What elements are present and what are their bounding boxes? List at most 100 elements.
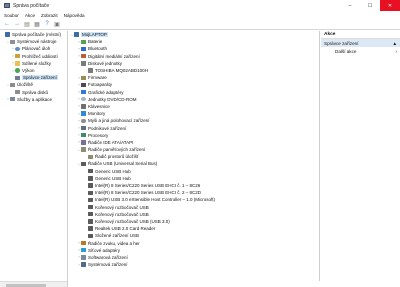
tools-icon [10, 39, 15, 44]
device-tree-item[interactable]: Kořenový rozbočovač USB [69, 211, 319, 218]
tree-item-label: Řadič prostorů úložišť [95, 154, 139, 160]
device-tree-item[interactable]: › Grafické adaptéry [69, 89, 319, 96]
device-tree-item[interactable]: Řadič prostorů úložišť [69, 153, 319, 160]
device-tree-item[interactable]: Realtek USB 2.0 Card Reader [69, 225, 319, 232]
tree-item-label: Jednotky DVD/CD-ROM [88, 96, 137, 102]
device-tree-item[interactable]: › Procesory [69, 132, 319, 139]
tree-item-label: Úložiště [17, 82, 34, 88]
tree-item-label: Digitální mediální zařízení [88, 53, 140, 59]
device-tree-item[interactable]: ⌵ MojLAPTOP [69, 31, 319, 38]
usb-controller-icon [81, 161, 86, 167]
menu-view[interactable]: Zobrazit [41, 13, 58, 18]
scrollbar-thumb[interactable] [6, 283, 46, 287]
menu-action[interactable]: Akce [25, 13, 35, 18]
device-tree-item[interactable]: Kořenový rozbočovač USB (USB 3.0) [69, 218, 319, 225]
tree-item-label: Baterie [88, 39, 103, 45]
toolbar: ← → ▤ ▦ ? ▣ [0, 19, 400, 30]
device-tree-item[interactable]: › Síťové adaptéry [69, 247, 319, 254]
device-tree-item[interactable]: › Myši a jiná polohovací zařízení [69, 117, 319, 124]
tree-item-label: Řadiče USB (Universal Serial Bus) [88, 161, 158, 167]
device-tree-item[interactable]: Generic USB Hub [69, 168, 319, 175]
collapse-arrow-icon[interactable]: ▲ [392, 41, 397, 46]
computer-icon [74, 32, 79, 37]
view-icon[interactable]: ▣ [53, 20, 61, 28]
tree-item-label: Realtek USB 2.0 Card Reader [95, 226, 156, 232]
device-tree-item[interactable]: ⌵ Řadiče USB (Universal Serial Bus) [69, 160, 319, 167]
tree-item[interactable]: › Výkon [0, 67, 67, 74]
device-tree-item[interactable]: Složené zařízení USB [69, 232, 319, 239]
properties-icon[interactable]: ▦ [33, 20, 41, 28]
tree-item-label: Řadiče IDE ATA/ATAPI [88, 139, 134, 145]
actions-section-device-manager[interactable]: Správce zařízení ▲ [321, 39, 400, 47]
maximize-button[interactable]: ☐ [360, 0, 380, 11]
monitor-icon [81, 111, 86, 116]
actions-section-label: Správce zařízení [324, 40, 359, 46]
device-tree-item[interactable]: › Firmware [69, 74, 319, 81]
tree-item-label: Grafické adaptéry [88, 89, 124, 95]
device-tree-item[interactable]: ⌵ Diskové jednotky [69, 60, 319, 67]
more-actions-item[interactable]: Další akce › [321, 47, 400, 55]
device-tree-item[interactable]: › Řadiče zvuku, videa a her [69, 239, 319, 246]
device-tree-item[interactable]: › Jednotky DVD/CD-ROM [69, 96, 319, 103]
device-tree-item[interactable]: ⌵ Řadiče paměťových zařízení [69, 146, 319, 153]
tree-item-label: Výkon [22, 68, 35, 74]
tree-item[interactable]: ⌵ Systémové nástroje [0, 38, 67, 45]
device-tree-item[interactable]: Intel(R) 8 Series/C220 Series USB EHCI č… [69, 182, 319, 189]
device-tree-item[interactable]: › Bluetooth [69, 45, 319, 52]
back-arrow-icon[interactable]: ← [3, 20, 11, 28]
menu-help[interactable]: Nápověda [64, 13, 85, 18]
storage-spaces-icon [88, 154, 93, 159]
tree-item-label: Řadiče zvuku, videa a her [88, 240, 140, 246]
device-tree-item[interactable]: Kořenový rozbočovač USB [69, 204, 319, 211]
menu-file[interactable]: Soubor [4, 13, 19, 18]
window-title: Správa počítače [13, 2, 50, 9]
storage-icon [10, 82, 15, 88]
device-tree-item[interactable]: › Klávesnice [69, 103, 319, 110]
dvd-drive-icon [81, 97, 86, 102]
display-adapter-icon [81, 89, 86, 95]
tree-item[interactable]: Správa počítače (místní) [0, 31, 67, 38]
help-icon[interactable]: ? [43, 20, 51, 28]
device-tree-item[interactable]: › Monitory [69, 110, 319, 117]
performance-icon [15, 68, 20, 73]
device-tree-item[interactable]: › Fotoaparáty [69, 81, 319, 88]
usb-device-icon [88, 183, 93, 188]
show-hide-tree-icon[interactable]: ▤ [23, 20, 31, 28]
tree-item-label: Intel(R) 8 Series/C220 Series USB EHCI č… [95, 183, 201, 189]
tree-item[interactable]: › Plánovač úloh [0, 45, 67, 52]
actions-pane: Akce Správce zařízení ▲ Další akce › [321, 31, 400, 287]
close-button[interactable]: ✕ [380, 0, 400, 11]
minimize-button[interactable]: – [340, 0, 360, 11]
forward-arrow-icon[interactable]: → [13, 20, 21, 28]
horizontal-scrollbar[interactable] [0, 281, 67, 287]
device-tree-item[interactable]: › Řadiče IDE ATA/ATAPI [69, 139, 319, 146]
event-viewer-icon [15, 53, 20, 59]
audio-icon [81, 240, 86, 246]
bluetooth-icon [81, 46, 86, 52]
title-bar: Správa počítače – ☐ ✕ [0, 0, 400, 11]
tree-item[interactable]: Správa disků [0, 89, 67, 96]
tree-item-label: Generic USB Hub [95, 168, 131, 174]
device-tree-item[interactable]: › Podnikové zařízení [69, 124, 319, 131]
tree-item[interactable]: › Sdílené složky [0, 60, 67, 67]
tree-item-label: Prohlížeč událostí [22, 53, 58, 59]
services-icon [10, 97, 15, 102]
tree-item-label: Generic USB Hub [95, 175, 131, 181]
hard-disk-icon [88, 68, 93, 73]
device-tree-item[interactable]: › Baterie [69, 38, 319, 45]
device-tree-item[interactable]: TOSHIBA MQ02ABD100H [69, 67, 319, 74]
tree-item[interactable]: ⌵ Úložiště [0, 81, 67, 88]
device-tree-item[interactable]: › Softwarová zařízení [69, 254, 319, 261]
device-tree-item[interactable]: › Systémová zařízení [69, 261, 319, 268]
device-tree-item[interactable]: Generic USB Hub [69, 175, 319, 182]
device-tree-item[interactable]: Intel(R) 8 Series/C220 Series USB EHCI č… [69, 189, 319, 196]
tree-item[interactable]: › Prohlížeč událostí [0, 53, 67, 60]
tree-item[interactable]: Správce zařízení [0, 74, 67, 81]
digital-media-icon [81, 53, 86, 59]
tree-item-label: Firmware [88, 75, 107, 81]
device-tree-item[interactable]: Intel(R) USB 3.0 eXtensible Host Control… [69, 196, 319, 203]
tree-item-label: Správa disků [22, 89, 49, 95]
tree-item[interactable]: › Služby a aplikace [0, 96, 67, 103]
device-tree-item[interactable]: › Digitální mediální zařízení [69, 53, 319, 60]
storage-controller-icon [81, 147, 86, 152]
